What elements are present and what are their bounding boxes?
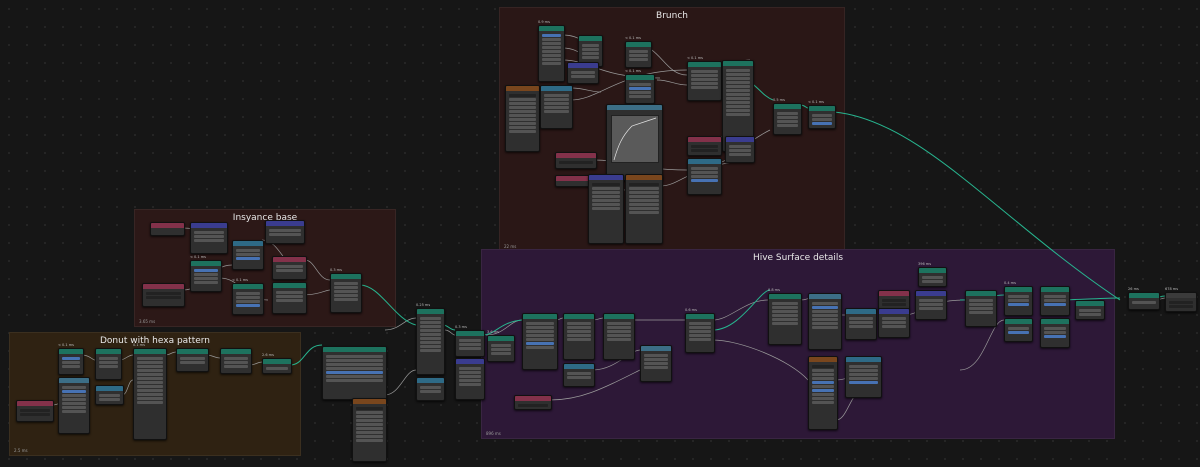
node-set-shade-smooth-2[interactable] (1004, 318, 1033, 342)
node-multiply-hive-2[interactable] (845, 308, 877, 340)
node-time-mid-c: 3.6 ms (487, 330, 499, 334)
node-time-donut-b: 0.1 ms (133, 343, 145, 347)
node-face-area[interactable] (514, 395, 552, 410)
node-scale-brunch[interactable] (725, 136, 755, 163)
node-subdivide[interactable] (455, 330, 485, 357)
node-curve-to-mesh-donut[interactable] (176, 348, 209, 372)
node-extrude-mesh-hive[interactable] (522, 313, 558, 370)
node-spline-parameter-insyance[interactable] (142, 283, 185, 307)
node-join-geometry-final[interactable] (1128, 292, 1160, 310)
node-time-insy-c: 0.3 ms (330, 268, 342, 272)
node-curve-line[interactable] (190, 260, 222, 292)
node-resample-donut[interactable] (95, 348, 122, 380)
node-mesh-to-points[interactable] (625, 74, 655, 104)
node-normal-brunch[interactable] (687, 136, 722, 156)
node-set-material-hive-1[interactable] (1040, 286, 1070, 316)
node-math-middle[interactable] (416, 377, 445, 401)
node-time-brunch-a: 0.9 ms (538, 20, 550, 24)
node-time-brunch-f: < 0.1 ms (808, 100, 824, 104)
node-join-geometry[interactable] (416, 308, 445, 375)
node-time-brunch-c: < 0.1 ms (625, 69, 641, 73)
node-editor-canvas[interactable]: Brunch 22 ms Insyance base 3.65 ms Donut… (0, 0, 1200, 467)
node-noise-texture-hive[interactable] (808, 356, 838, 430)
node-time-insy-b: < 0.1 ms (232, 278, 248, 282)
node-geometry-proximity[interactable] (625, 41, 652, 68)
node-time-out-b: 678 ms (1165, 287, 1179, 291)
node-spline-parameter-donut[interactable] (16, 400, 54, 422)
node-set-position-middle[interactable] (487, 335, 515, 362)
node-separate-geometry[interactable] (685, 313, 715, 353)
node-noise-texture-middle[interactable] (352, 398, 387, 462)
node-float-curve-header (607, 105, 662, 110)
node-time-hive-c: 396 ms (918, 262, 932, 266)
node-time-hive-d: 0.4 ms (1004, 281, 1016, 285)
node-time-mid-b: 0.3 ms (455, 325, 467, 329)
node-map-range[interactable] (58, 377, 90, 434)
node-time-mid-a: 0.25 ms (416, 303, 431, 307)
node-separate-xyz[interactable] (190, 222, 228, 254)
node-multiply-hive[interactable] (563, 363, 595, 387)
node-instance-on-points[interactable] (330, 273, 362, 313)
node-noise-texture-brunch[interactable] (505, 85, 540, 152)
node-grid-middle[interactable] (322, 346, 387, 400)
node-curve-circle[interactable] (58, 348, 84, 375)
node-time-brunch-e: 0.5 ms (773, 98, 785, 102)
node-scale-hive[interactable] (915, 290, 947, 320)
node-float-curve[interactable] (606, 104, 663, 181)
node-set-position-2[interactable] (773, 103, 802, 135)
node-normal-hive[interactable] (878, 290, 910, 310)
node-spline-parameter-brunch[interactable] (555, 152, 597, 169)
node-combine-xyz[interactable] (265, 220, 305, 244)
float-curve-line (613, 117, 657, 161)
node-time-hive-a: 0.6 ms (685, 308, 697, 312)
node-wave-texture[interactable] (625, 174, 663, 244)
node-time-donut-a: < 0.1 ms (58, 343, 74, 347)
node-vector-math-hive[interactable] (878, 308, 910, 338)
node-endpoint-selection[interactable] (272, 256, 307, 280)
node-map-range-hive[interactable] (808, 293, 842, 350)
node-group-output[interactable] (1165, 292, 1197, 312)
node-multiply-brunch[interactable] (687, 158, 722, 195)
node-position-insyance-header (151, 223, 184, 228)
node-time-hive-b: 0.8 ms (768, 288, 780, 292)
node-multiply-insyance[interactable] (232, 240, 264, 270)
node-time-brunch-b: < 0.1 ms (625, 36, 641, 40)
node-subdivision-surface[interactable] (918, 267, 947, 287)
node-capture-attribute[interactable] (272, 282, 307, 314)
node-vector-rotate[interactable] (588, 174, 624, 244)
node-set-spline-type[interactable] (133, 348, 167, 440)
node-compare-hive[interactable] (640, 345, 672, 382)
node-join-geometry-hive[interactable] (1075, 300, 1105, 320)
node-set-position-hive[interactable] (965, 290, 997, 327)
node-curve-to-mesh[interactable] (687, 61, 722, 101)
node-resample-curve[interactable] (232, 283, 264, 315)
node-scale-elements-2[interactable] (603, 313, 635, 360)
node-time-brunch-d: < 0.1 ms (687, 56, 703, 60)
node-dual-mesh[interactable] (262, 358, 292, 374)
node-mix-middle[interactable] (455, 358, 485, 400)
node-extrude-mesh-2[interactable] (768, 293, 802, 345)
node-set-material-brunch[interactable] (808, 105, 836, 129)
node-position-insyance[interactable] (150, 222, 185, 236)
node-scale-elements-1[interactable] (563, 313, 595, 360)
node-set-shade-smooth-1[interactable] (1004, 286, 1033, 316)
node-grid-input[interactable] (538, 25, 565, 82)
node-time-donut-c: 2.6 ms (262, 353, 274, 357)
node-vector-brunch[interactable] (567, 62, 599, 84)
node-time-insy-a: < 0.1 ms (190, 255, 206, 259)
node-math-brunch[interactable] (540, 85, 573, 129)
node-time-out-a: 26 ms (1128, 287, 1139, 291)
node-multiply-hive-3[interactable] (845, 356, 882, 398)
node-math-donut[interactable] (95, 385, 124, 405)
node-triangulate[interactable] (220, 348, 252, 374)
node-set-material-hive-2[interactable] (1040, 318, 1070, 348)
float-curve-graph[interactable] (611, 115, 659, 163)
